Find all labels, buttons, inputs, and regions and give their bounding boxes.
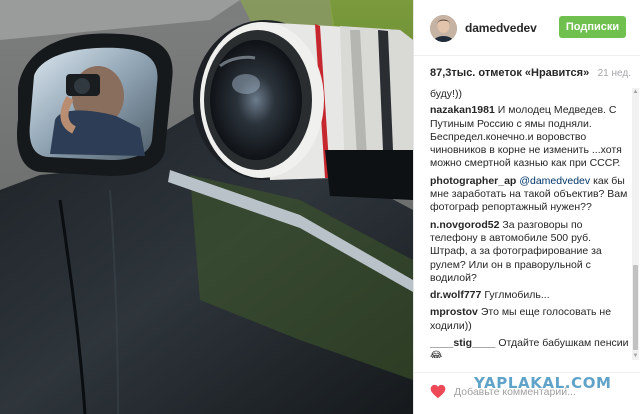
comment-item: буду!)) (430, 88, 630, 101)
scrollbar-thumb[interactable] (633, 265, 638, 350)
comment-item: mprostov Это мы еще голосовать не ходили)… (430, 306, 630, 333)
post-photo (0, 0, 413, 414)
username-link[interactable]: damedvedev (465, 21, 537, 35)
comments-scrollbar[interactable]: ▲ ▼ (632, 88, 639, 360)
follow-button[interactable]: Подписки (559, 16, 626, 38)
comment-text: буду!)) (430, 88, 462, 100)
arrow-down-icon[interactable]: ▼ (632, 352, 639, 360)
comment-author[interactable]: mprostov (430, 306, 478, 318)
post-details-panel: damedvedev Подписки 87,3тыс. отметок «Нр… (413, 0, 640, 414)
comment-author[interactable]: n.novgorod52 (430, 219, 499, 231)
comment-item: nazakan1981 И молодец Медведев. С Путиным… (430, 104, 630, 170)
comment-item: dr.wolf777 Гуглмобиль... (430, 289, 630, 302)
comments-list: буду!)) nazakan1981 И молодец Медведев. С… (430, 88, 630, 358)
comment-author[interactable]: nazakan1981 (430, 104, 495, 116)
post-header: damedvedev Подписки (414, 0, 640, 56)
photo-illustration (0, 0, 413, 414)
avatar[interactable] (430, 15, 457, 42)
comment-author[interactable]: ____stig____ (430, 337, 495, 349)
comment-text: Гуглмобиль... (484, 289, 550, 302)
comment-author[interactable]: photographer_ap (430, 175, 516, 187)
comment-item: n.novgorod52 За разговоры по телефону в а… (430, 219, 630, 285)
comment-item: photographer_ap @damedvedev как бы мне за… (430, 175, 630, 215)
arrow-up-icon[interactable]: ▲ (632, 88, 639, 96)
likes-row: 87,3тыс. отметок «Нравится» 21 нед. (430, 67, 635, 83)
heart-icon[interactable] (430, 384, 446, 399)
comment-item: ____stig____ Отдайте бабушкам пенсии 😂 (430, 337, 630, 358)
comment-author[interactable]: dr.wolf777 (430, 289, 481, 301)
comment-mention[interactable]: @damedvedev (519, 175, 590, 187)
avatar-image (430, 15, 457, 42)
likes-count[interactable]: 87,3тыс. отметок «Нравится» (430, 67, 589, 79)
post-time[interactable]: 21 нед. (598, 68, 631, 79)
watermark-logo: YAPLAKAL.COM (474, 374, 612, 392)
